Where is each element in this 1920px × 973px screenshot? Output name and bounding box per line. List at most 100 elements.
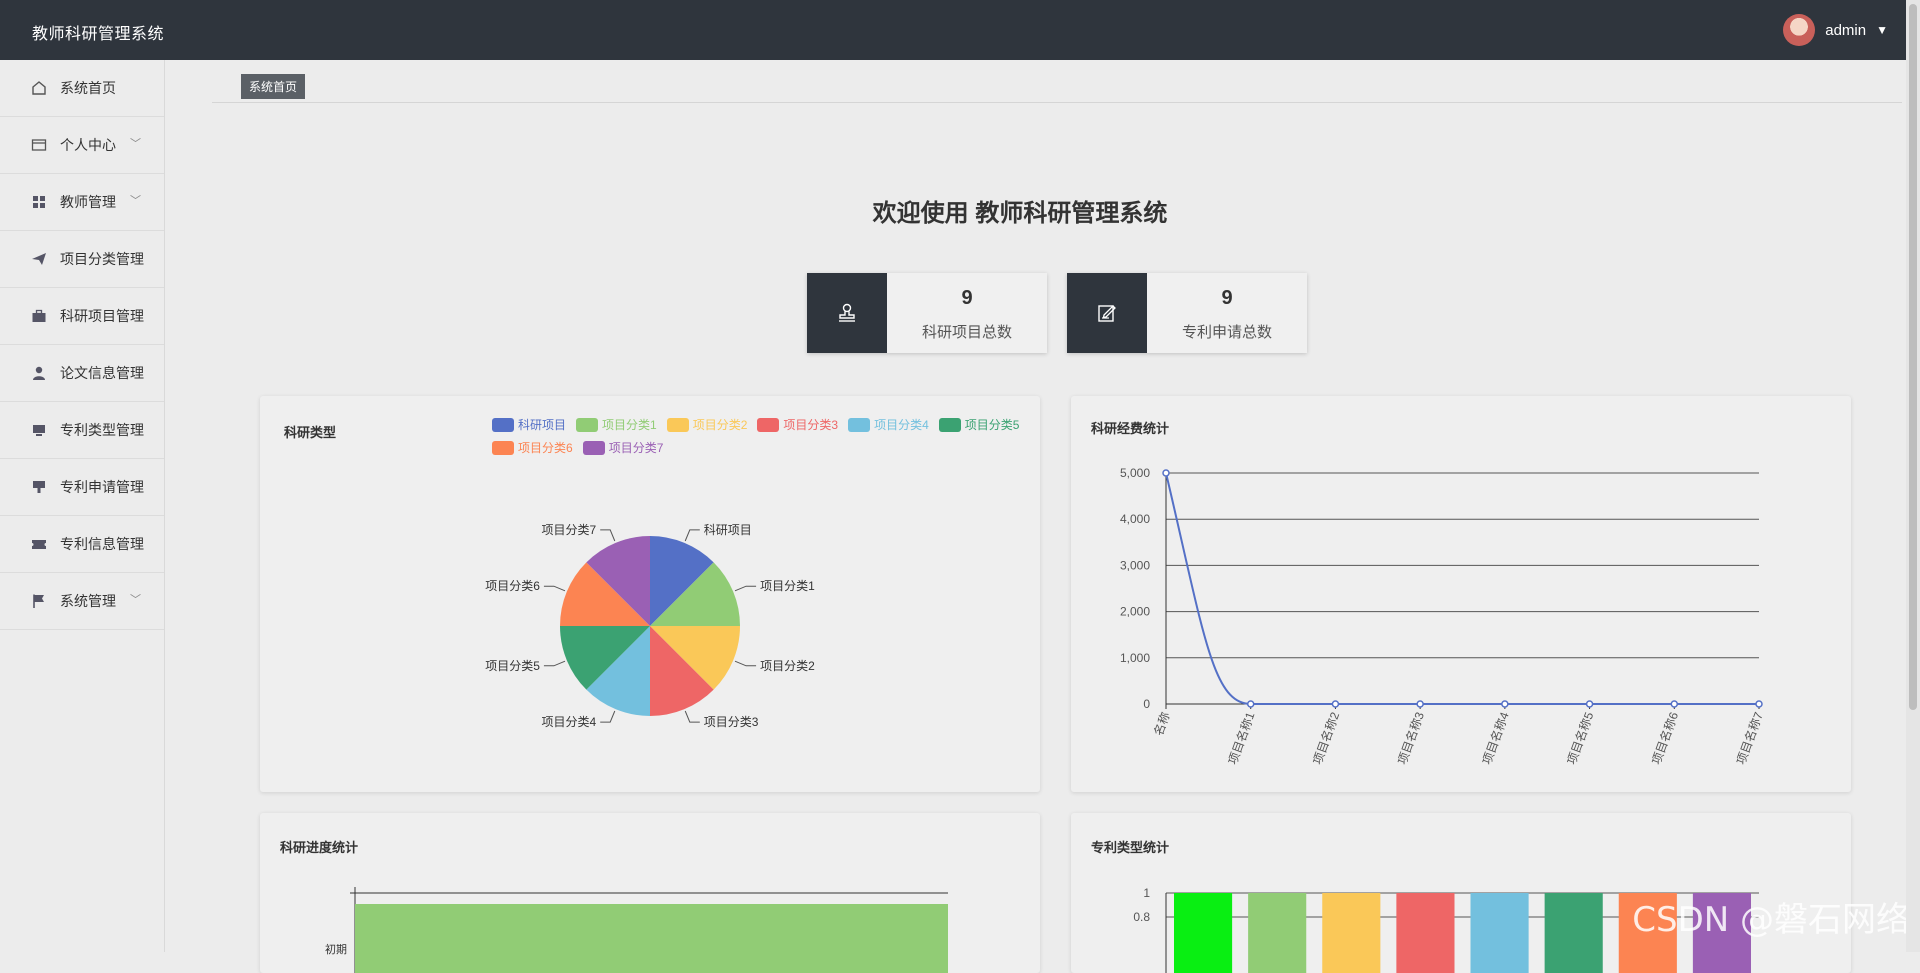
y-tick-label: 1,000 bbox=[1120, 651, 1150, 665]
bar bbox=[1470, 893, 1529, 973]
pie-slice-label: 项目分类1 bbox=[760, 579, 815, 593]
chart-card-research-type: 科研类型 科研项目 项目分类1 项目分类2 项目分类3 项目分类4 项目分类5 项目分类6 项… bbox=[260, 396, 1040, 792]
pie-slice-label: 项目分类6 bbox=[485, 579, 540, 593]
x-tick-label: 项目名称4 bbox=[1479, 710, 1512, 767]
pie-label-line bbox=[600, 529, 616, 542]
chevron-down-icon[interactable]: ﹀ bbox=[130, 591, 141, 607]
sidebar-item-label: 系统首页 bbox=[60, 80, 116, 96]
stat-card-patents: 9 专利申请总数 bbox=[1067, 273, 1307, 353]
pie-slice-label: 项目分类5 bbox=[485, 659, 540, 673]
y-tick-label: 1 bbox=[1143, 886, 1150, 900]
sidebar-item-paper[interactable]: 论文信息管理 bbox=[0, 345, 164, 402]
avatar[interactable] bbox=[1783, 14, 1816, 46]
sidebar-item-label: 个人中心 bbox=[60, 137, 116, 153]
x-tick-label: 项目名称3 bbox=[1394, 710, 1427, 767]
top-bar: 教师科研管理系统 admin ▼ bbox=[0, 0, 1920, 60]
series-line bbox=[1165, 472, 1759, 705]
user-icon bbox=[30, 364, 48, 382]
sidebar-item-label: 专利类型管理 bbox=[60, 422, 144, 438]
caret-down-icon[interactable]: ▼ bbox=[1876, 23, 1888, 37]
data-point bbox=[1162, 469, 1170, 477]
pie-slice-label: 项目分类2 bbox=[760, 659, 815, 673]
pie-label-line bbox=[684, 710, 700, 723]
sidebar-item-label: 专利申请管理 bbox=[60, 479, 144, 495]
bar bbox=[1174, 893, 1233, 973]
app-title: 教师科研管理系统 bbox=[32, 26, 165, 43]
pie-label-line bbox=[734, 585, 757, 592]
bar bbox=[1322, 893, 1381, 973]
x-tick-label: 项目名称2 bbox=[1309, 710, 1342, 767]
bar bbox=[1396, 893, 1455, 973]
briefcase-icon bbox=[30, 307, 48, 325]
x-tick-label: 项目名称5 bbox=[1564, 710, 1597, 767]
data-point bbox=[1416, 700, 1424, 708]
sidebar-item-profile[interactable]: 个人中心 ﹀ bbox=[0, 117, 164, 174]
data-point bbox=[1246, 700, 1255, 708]
sidebar-item-label: 专利信息管理 bbox=[60, 536, 144, 552]
data-point bbox=[1501, 700, 1509, 708]
sidebar-item-research-project[interactable]: 科研项目管理 bbox=[0, 288, 164, 345]
pie-label-line bbox=[543, 660, 566, 667]
sidebar-item-label: 项目分类管理 bbox=[60, 251, 144, 267]
x-tick-label: 项目名称7 bbox=[1733, 710, 1766, 767]
x-tick-label: 项目名称6 bbox=[1648, 710, 1681, 767]
stat-card-projects: 9 科研项目总数 bbox=[807, 273, 1047, 353]
sidebar-item-patent-info[interactable]: 专利信息管理 bbox=[0, 516, 164, 573]
x-tick-label: 项目名称1 bbox=[1225, 710, 1258, 767]
send-icon bbox=[30, 250, 48, 268]
user-menu[interactable]: admin ▼ bbox=[1783, 14, 1888, 46]
sidebar-item-system[interactable]: 系统管理 ﹀ bbox=[0, 573, 164, 630]
home-icon bbox=[30, 79, 48, 97]
page-title: 欢迎使用 教师科研管理系统 bbox=[872, 200, 1168, 227]
y-tick-label: 2,000 bbox=[1120, 605, 1150, 619]
bar bbox=[355, 904, 948, 973]
pie-slice-label: 项目分类7 bbox=[542, 523, 597, 537]
scrollbar-thumb[interactable] bbox=[1909, 4, 1917, 710]
flag-icon bbox=[30, 592, 48, 610]
tab-home[interactable]: 系统首页 bbox=[241, 74, 306, 99]
stamp-icon bbox=[807, 273, 887, 353]
pie-slice-label: 项目分类3 bbox=[704, 715, 759, 729]
stat-label: 科研项目总数 bbox=[921, 324, 1012, 341]
sidebar-item-label: 科研项目管理 bbox=[60, 308, 144, 324]
pie-label-line bbox=[684, 529, 700, 542]
chart-card-funding: 科研经费统计 0 1,000 2,000 3,000 4,000 5,000 名称 项目名称1… bbox=[1071, 396, 1851, 792]
sidebar-item-label: 系统管理 bbox=[60, 593, 116, 609]
flag-down-icon bbox=[30, 478, 48, 496]
x-tick-label: 名称 bbox=[1151, 710, 1173, 738]
username[interactable]: admin bbox=[1825, 22, 1866, 39]
pie-label-line bbox=[734, 660, 757, 667]
ticket-icon bbox=[30, 535, 48, 553]
bar bbox=[1248, 893, 1307, 973]
progress-bar-chart: 初期 bbox=[325, 887, 948, 973]
data-point bbox=[1331, 700, 1340, 708]
pie-slice-label: 项目分类4 bbox=[542, 715, 597, 729]
y-tick-label: 0.8 bbox=[1133, 910, 1150, 924]
stat-label: 专利申请总数 bbox=[1181, 324, 1272, 341]
stat-value: 9 bbox=[1221, 287, 1233, 309]
watermark: CSDN @磐石网络 bbox=[1632, 900, 1910, 940]
pie-label-line bbox=[543, 585, 566, 592]
chevron-down-icon[interactable]: ﹀ bbox=[130, 135, 141, 151]
y-tick-label: 5,000 bbox=[1120, 466, 1150, 480]
sidebar-item-label: 论文信息管理 bbox=[60, 365, 144, 381]
sidebar-item-patent-apply[interactable]: 专利申请管理 bbox=[0, 459, 164, 516]
data-point bbox=[1755, 700, 1763, 708]
card-icon bbox=[30, 136, 48, 154]
y-tick-label: 3,000 bbox=[1120, 558, 1150, 572]
scrollbar[interactable] bbox=[1906, 0, 1920, 952]
pie-label-line bbox=[600, 710, 616, 723]
sidebar-item-patent-type[interactable]: 专利类型管理 bbox=[0, 402, 164, 459]
y-tick-label: 0 bbox=[1143, 697, 1150, 711]
bar bbox=[1544, 893, 1603, 973]
monitor-icon bbox=[30, 421, 48, 439]
sidebar-item-project-category[interactable]: 项目分类管理 bbox=[0, 231, 164, 288]
sidebar-item-home[interactable]: 系统首页 bbox=[0, 60, 164, 117]
edit-icon bbox=[1067, 273, 1147, 353]
y-tick-label: 4,000 bbox=[1120, 512, 1150, 526]
data-point bbox=[1670, 700, 1679, 708]
line-chart: 0 1,000 2,000 3,000 4,000 5,000 名称 项目名称1 项目名称2 项目… bbox=[1120, 466, 1766, 767]
stat-value: 9 bbox=[961, 287, 973, 309]
pie-chart: 科研项目项目分类1 项目分类2 项目分类3 项目分类4 项目分类5 项目分类6 项目分类7 bbox=[485, 523, 815, 729]
tab-bar: 系统首页 bbox=[212, 60, 1902, 103]
